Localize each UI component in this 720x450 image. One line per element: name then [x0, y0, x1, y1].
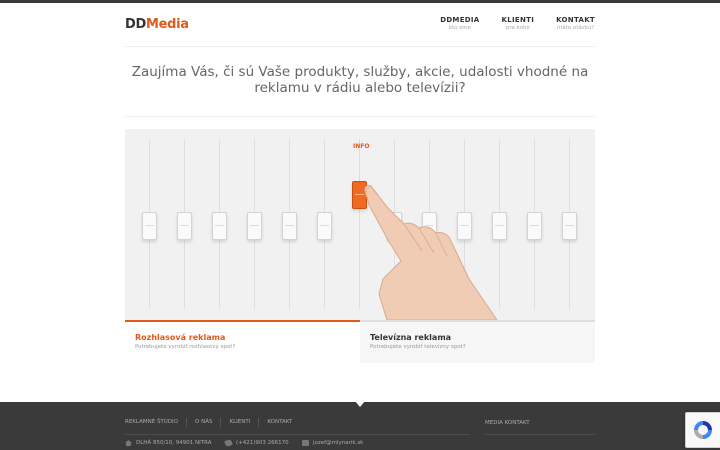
tab-tv-ads[interactable]: Televízna reklama Potrebujete vyrobiť te… — [360, 320, 595, 363]
footer-link-contact[interactable]: KONTAKT — [267, 419, 292, 427]
footer-address-text: DLHÁ 850/10, 94901 NITRA — [136, 440, 212, 446]
footer-link-studio[interactable]: REKLAMNÉ ŠTÚDIO — [125, 419, 178, 427]
tab-subtitle: Potrebujete vyrobiť rozhlasový spot? — [135, 344, 236, 350]
nav-item-ddmedia[interactable]: DDMEDIA kto sme — [440, 16, 479, 31]
footer-divider — [125, 434, 470, 435]
page-headline: Zaujíma Vás, či sú Vaše produkty, služby… — [131, 64, 589, 96]
mail-icon — [302, 440, 309, 446]
logo-part-media: Media — [145, 17, 189, 32]
footer-link-clients[interactable]: KLIENTI — [229, 419, 250, 427]
divider — [125, 116, 595, 117]
footer-arrow-icon — [355, 401, 365, 407]
nav-item-klienti[interactable]: KLIENTI pre koho — [502, 16, 535, 31]
hand-illustration — [364, 185, 498, 320]
top-bar — [0, 0, 720, 3]
header: DDMedia DDMEDIA kto sme KLIENTI pre koho… — [125, 10, 595, 44]
footer-nav-separator — [220, 418, 222, 427]
logo[interactable]: DDMedia — [125, 17, 189, 32]
tab-radio-ads[interactable]: Rozhlasová reklama Potrebujete vyrobiť r… — [125, 320, 360, 363]
tab-title: Rozhlasová reklama — [135, 333, 226, 342]
footer-nav-separator — [186, 418, 188, 427]
nav-item-subtitle: kto sme — [448, 25, 471, 31]
footer-nav-separator — [258, 418, 260, 427]
home-icon — [125, 440, 132, 446]
recaptcha-icon — [694, 421, 712, 439]
nav-item-title: KLIENTI — [501, 16, 535, 24]
tab-title: Televízna reklama — [370, 333, 452, 342]
tab-subtitle: Potrebujete vyrobiť televízny spot? — [370, 344, 466, 350]
hero-slider: INFO — [125, 129, 595, 320]
footer-address: DLHÁ 850/10, 94901 NITRA — [125, 440, 212, 446]
phone-icon — [224, 438, 233, 448]
nav-item-title: DDMEDIA — [440, 16, 480, 24]
divider — [125, 46, 595, 47]
footer-media-heading: MEDIA KONTAKT — [485, 420, 530, 426]
nav-item-subtitle: pre koho — [505, 25, 530, 31]
footer-email[interactable]: jozef@mlynarik.sk — [302, 440, 363, 446]
main-nav: DDMEDIA kto sme KLIENTI pre koho KONTAKT… — [418, 16, 595, 31]
footer-nav: REKLAMNÉ ŠTÚDIO O NÁS KLIENTI KONTAKT — [125, 418, 292, 427]
footer-phone-text: (+421)903 266170 — [236, 440, 289, 446]
footer-phone: (+421)903 266170 — [224, 438, 289, 448]
nav-item-title: KONTAKT — [556, 16, 595, 24]
footer-link-about[interactable]: O NÁS — [195, 419, 212, 427]
recaptcha-badge[interactable] — [685, 412, 720, 448]
nav-item-kontakt[interactable]: KONTAKT máte otázku? — [556, 16, 595, 31]
footer: REKLAMNÉ ŠTÚDIO O NÁS KLIENTI KONTAKT ME… — [0, 401, 720, 450]
nav-item-subtitle: máte otázku? — [556, 25, 595, 31]
logo-part-dd: DD — [125, 17, 146, 32]
footer-divider — [485, 434, 595, 435]
footer-email-text: jozef@mlynarik.sk — [313, 440, 364, 446]
